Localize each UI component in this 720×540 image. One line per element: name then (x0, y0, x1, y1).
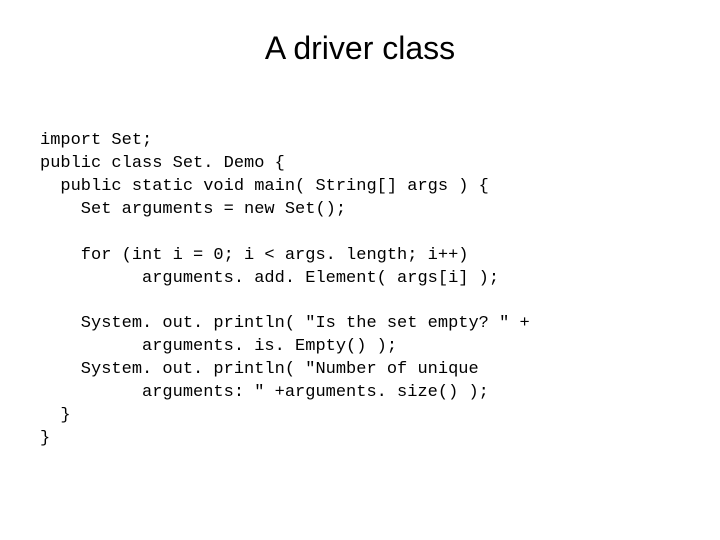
code-line: for (int i = 0; i < args. length; i++) (40, 246, 468, 265)
code-line: Set arguments = new Set(); (40, 200, 346, 219)
code-line: public static void main( String[] args )… (40, 177, 489, 196)
slide-title: A driver class (40, 30, 680, 67)
code-block: import Set; public class Set. Demo { pub… (40, 107, 680, 451)
code-line: } (40, 429, 50, 448)
code-line: } (40, 406, 71, 425)
code-line: arguments: " +arguments. size() ); (40, 383, 489, 402)
code-line: public class Set. Demo { (40, 154, 285, 173)
code-line: import Set; (40, 131, 152, 150)
code-line: System. out. println( "Is the set empty?… (40, 314, 530, 333)
code-line: arguments. add. Element( args[i] ); (40, 269, 499, 288)
code-line: arguments. is. Empty() ); (40, 337, 397, 356)
code-line: System. out. println( "Number of unique (40, 360, 479, 379)
